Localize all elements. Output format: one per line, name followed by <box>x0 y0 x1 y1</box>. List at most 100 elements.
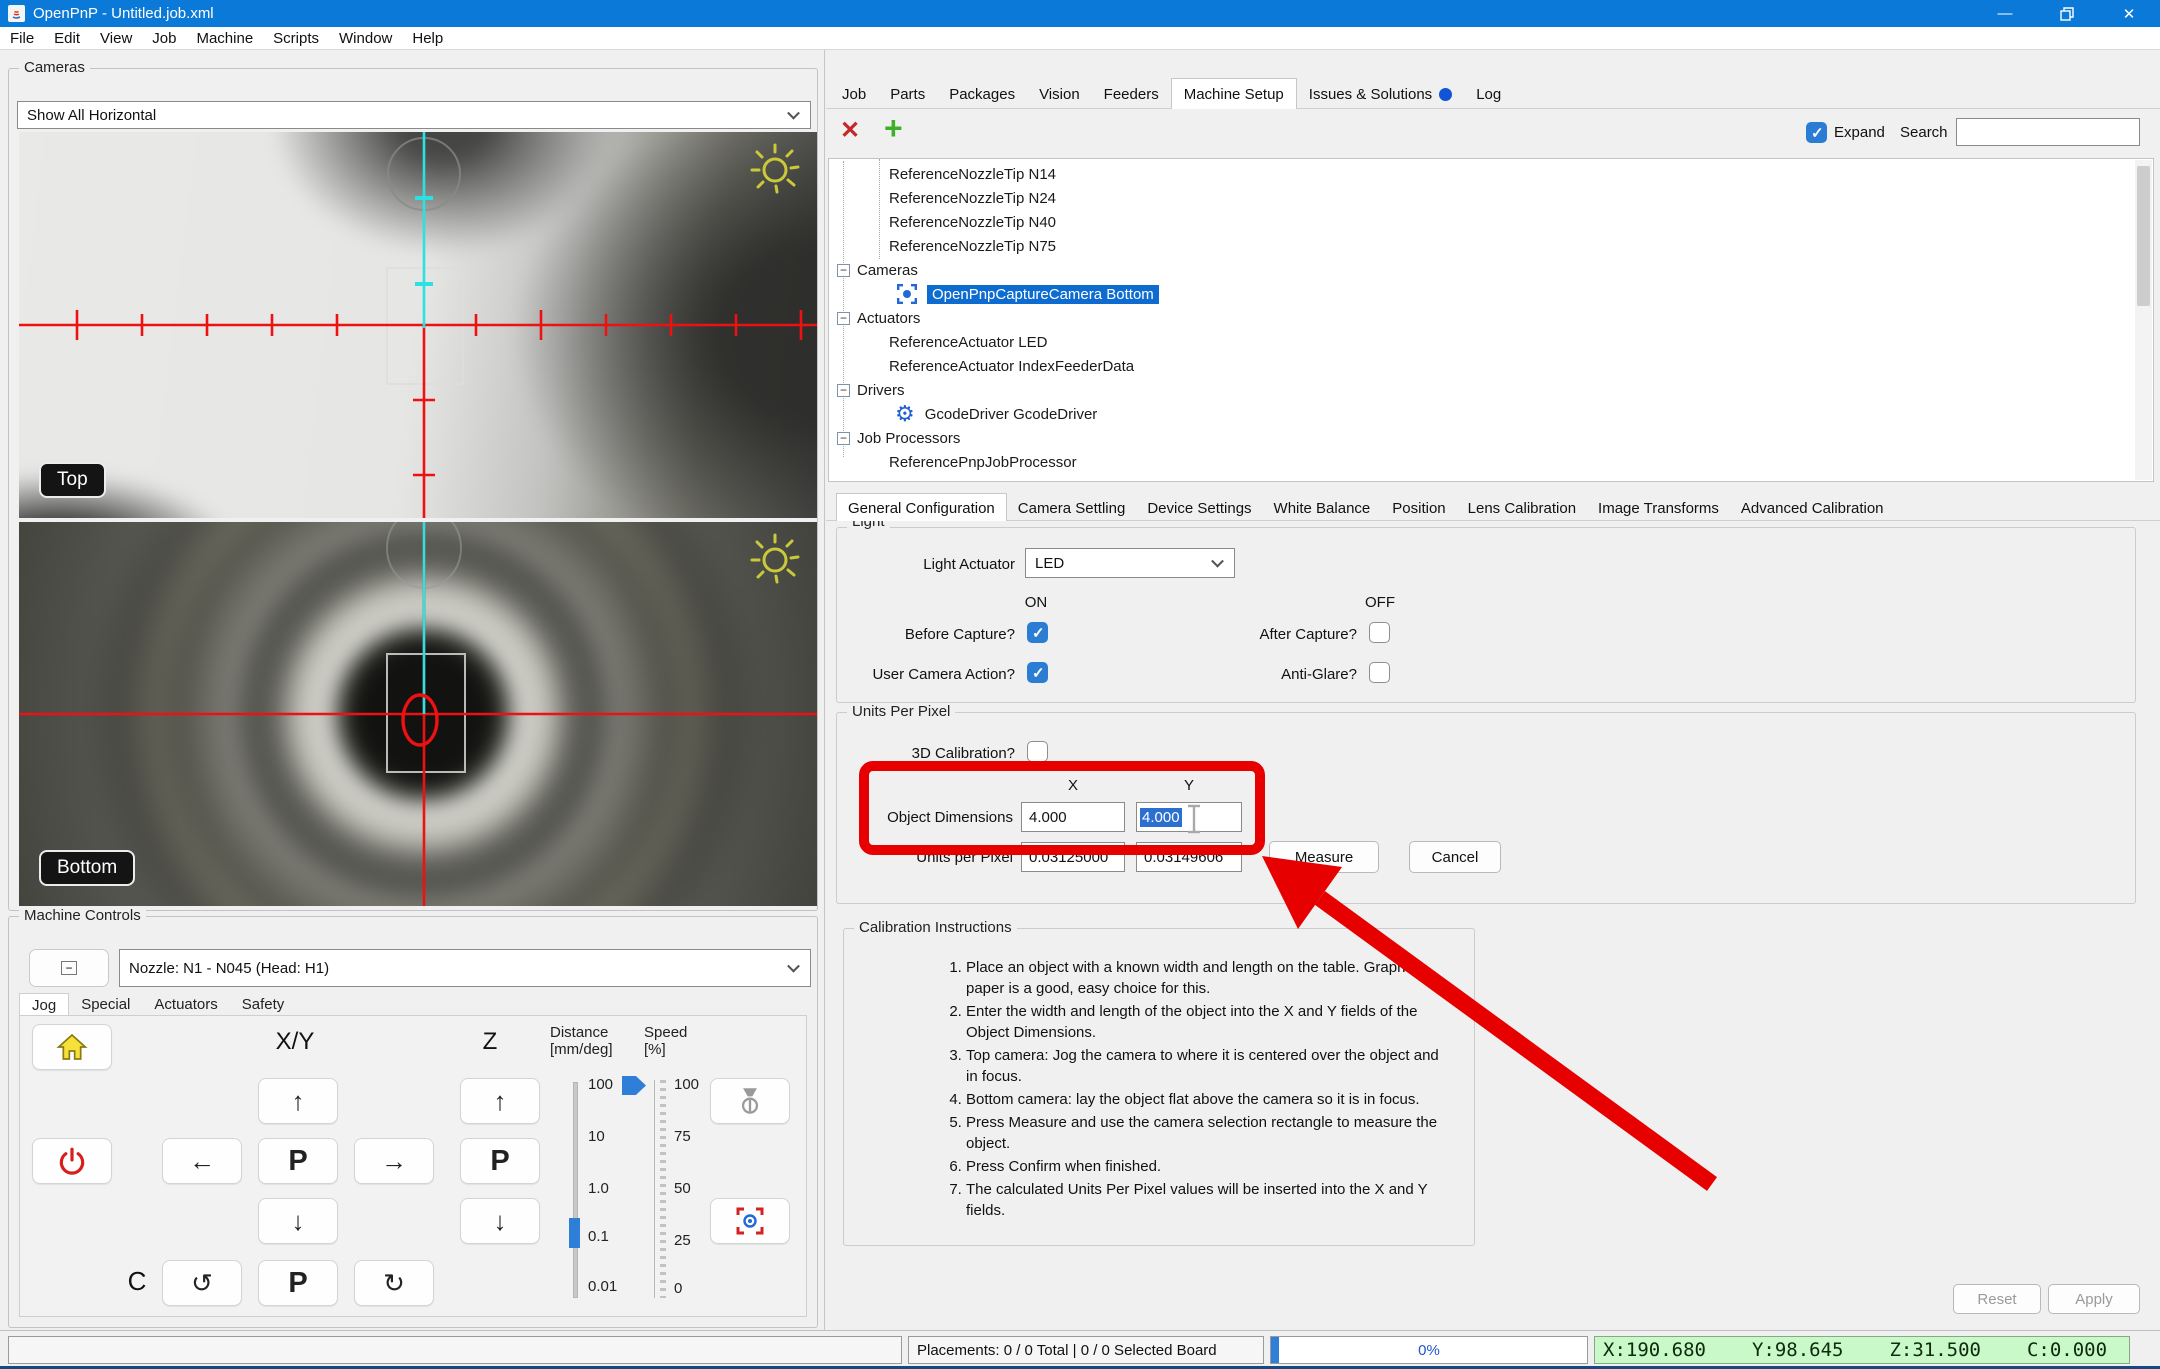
progress-fill <box>1271 1337 1279 1363</box>
camera-view-select[interactable]: Show All Horizontal <box>17 101 811 129</box>
tab-feeders[interactable]: Feeders <box>1092 81 1171 109</box>
menu-edit[interactable]: Edit <box>44 30 90 47</box>
menu-help[interactable]: Help <box>402 30 453 47</box>
tab-jog[interactable]: Jog <box>19 993 69 1017</box>
bottom-camera-view[interactable]: Bottom <box>19 522 817 906</box>
menu-scripts[interactable]: Scripts <box>263 30 329 47</box>
rotate-cw-button[interactable]: ↻ <box>354 1260 434 1306</box>
add-icon[interactable]: + <box>884 110 903 147</box>
distance-slider-handle[interactable] <box>569 1218 580 1248</box>
jog-y-minus-button[interactable]: ↓ <box>258 1198 338 1244</box>
reset-button[interactable]: Reset <box>1953 1284 2041 1314</box>
tree-item-job-processors[interactable]: − Job Processors <box>829 426 2153 450</box>
collapse-icon[interactable]: − <box>837 312 850 325</box>
position-z-button[interactable]: P <box>460 1138 540 1184</box>
distance-tick: 100 <box>588 1076 613 1093</box>
position-xy-button[interactable]: P <box>258 1138 338 1184</box>
light-actuator-select[interactable]: LED <box>1025 548 1235 578</box>
menu-file[interactable]: File <box>0 30 44 47</box>
tree-item-selected[interactable]: OpenPnpCaptureCamera Bottom <box>829 282 2153 306</box>
menu-job[interactable]: Job <box>142 30 186 47</box>
tab-general-configuration[interactable]: General Configuration <box>836 493 1007 521</box>
tab-lens-calibration[interactable]: Lens Calibration <box>1457 496 1587 521</box>
tab-vision[interactable]: Vision <box>1027 81 1092 109</box>
park-nozzle-button[interactable] <box>710 1078 790 1124</box>
collapse-icon[interactable]: − <box>837 384 850 397</box>
delete-icon[interactable]: ✕ <box>840 116 860 145</box>
tab-packages[interactable]: Packages <box>937 81 1027 109</box>
collapse-icon[interactable]: − <box>837 264 850 277</box>
before-capture-label: Before Capture? <box>837 626 1015 643</box>
rotate-ccw-button[interactable]: ↺ <box>162 1260 242 1306</box>
jog-y-plus-button[interactable]: ↑ <box>258 1078 338 1124</box>
tree-item[interactable]: ReferenceNozzleTip N75 <box>829 234 2153 258</box>
tab-white-balance[interactable]: White Balance <box>1263 496 1382 521</box>
tree-scrollbar-thumb[interactable] <box>2137 166 2150 306</box>
restore-button[interactable] <box>2036 0 2098 27</box>
tab-position[interactable]: Position <box>1381 496 1456 521</box>
tree-item[interactable]: ReferenceNozzleTip N40 <box>829 210 2153 234</box>
units-per-pixel-y-input[interactable] <box>1136 842 1242 872</box>
jog-z-minus-button[interactable]: ↓ <box>460 1198 540 1244</box>
search-input[interactable] <box>1956 118 2140 146</box>
tree-item[interactable]: ReferenceNozzleTip N14 <box>829 162 2153 186</box>
position-c-button[interactable]: P <box>258 1260 338 1306</box>
user-camera-action-checkbox[interactable] <box>1027 662 1048 683</box>
close-button[interactable]: ✕ <box>2098 0 2160 27</box>
tree-scrollbar[interactable] <box>2135 160 2152 480</box>
tab-actuators[interactable]: Actuators <box>142 993 229 1017</box>
tab-log[interactable]: Log <box>1464 81 1513 109</box>
home-button[interactable] <box>32 1024 112 1070</box>
top-camera-view[interactable]: Top <box>19 132 817 518</box>
light-toggle-icon[interactable] <box>749 142 801 199</box>
measure-button[interactable]: Measure <box>1269 841 1379 873</box>
menu-machine[interactable]: Machine <box>186 30 263 47</box>
3d-calibration-checkbox[interactable] <box>1027 741 1048 762</box>
units-per-pixel-x-input[interactable] <box>1021 842 1125 872</box>
tab-issues-solutions[interactable]: Issues & Solutions <box>1297 81 1464 109</box>
machine-setup-tree: ReferenceNozzleTip N14 ReferenceNozzleTi… <box>828 158 2154 482</box>
tab-job[interactable]: Job <box>830 81 878 109</box>
jog-x-plus-button[interactable]: → <box>354 1138 434 1184</box>
tab-parts[interactable]: Parts <box>878 81 937 109</box>
tab-image-transforms[interactable]: Image Transforms <box>1587 496 1730 521</box>
before-capture-checkbox[interactable] <box>1027 622 1048 643</box>
units-per-pixel-label: Units per Pixel <box>837 849 1013 866</box>
tree-item[interactable]: ReferenceActuator LED <box>829 330 2153 354</box>
move-camera-here-button[interactable] <box>710 1198 790 1244</box>
tab-safety[interactable]: Safety <box>230 993 297 1017</box>
after-capture-checkbox[interactable] <box>1369 622 1390 643</box>
tree-item-drivers[interactable]: − Drivers <box>829 378 2153 402</box>
tab-machine-setup[interactable]: Machine Setup <box>1171 78 1297 109</box>
tab-camera-settling[interactable]: Camera Settling <box>1007 496 1137 521</box>
collapse-icon[interactable]: − <box>837 432 850 445</box>
tree-item[interactable]: ReferencePnpJobProcessor <box>829 450 2153 474</box>
collapse-controls-button[interactable]: − <box>29 949 109 987</box>
expand-checkbox[interactable] <box>1806 122 1827 143</box>
tree-item-actuators[interactable]: − Actuators <box>829 306 2153 330</box>
tree-item[interactable]: ReferenceActuator IndexFeederData <box>829 354 2153 378</box>
tree-item-gcodedriver[interactable]: ⚙ GcodeDriver GcodeDriver <box>829 402 2153 426</box>
tab-special[interactable]: Special <box>69 993 142 1017</box>
tab-device-settings[interactable]: Device Settings <box>1136 496 1262 521</box>
nozzle-select[interactable]: Nozzle: N1 - N045 (Head: H1) <box>119 949 811 987</box>
top-camera-reticle <box>19 132 817 518</box>
tree-item[interactable]: ReferenceNozzleTip N24 <box>829 186 2153 210</box>
apply-button[interactable]: Apply <box>2048 1284 2140 1314</box>
anti-glare-checkbox[interactable] <box>1369 662 1390 683</box>
jog-z-plus-button[interactable]: ↑ <box>460 1078 540 1124</box>
speed-slider-track[interactable] <box>654 1080 655 1298</box>
light-toggle-icon[interactable] <box>749 532 801 589</box>
object-dimensions-y-input[interactable]: 4.000 <box>1136 802 1242 832</box>
distance-slider-track[interactable] <box>573 1082 578 1298</box>
tab-advanced-calibration[interactable]: Advanced Calibration <box>1730 496 1895 521</box>
menu-window[interactable]: Window <box>329 30 402 47</box>
object-dimensions-x-input[interactable] <box>1021 802 1125 832</box>
minimize-button[interactable]: — <box>1974 0 2036 27</box>
cancel-button[interactable]: Cancel <box>1409 841 1501 873</box>
power-button[interactable] <box>32 1138 112 1184</box>
jog-x-minus-button[interactable]: ← <box>162 1138 242 1184</box>
speed-slider-handle[interactable] <box>622 1076 646 1095</box>
menu-view[interactable]: View <box>90 30 142 47</box>
tree-item-cameras[interactable]: − Cameras <box>829 258 2153 282</box>
